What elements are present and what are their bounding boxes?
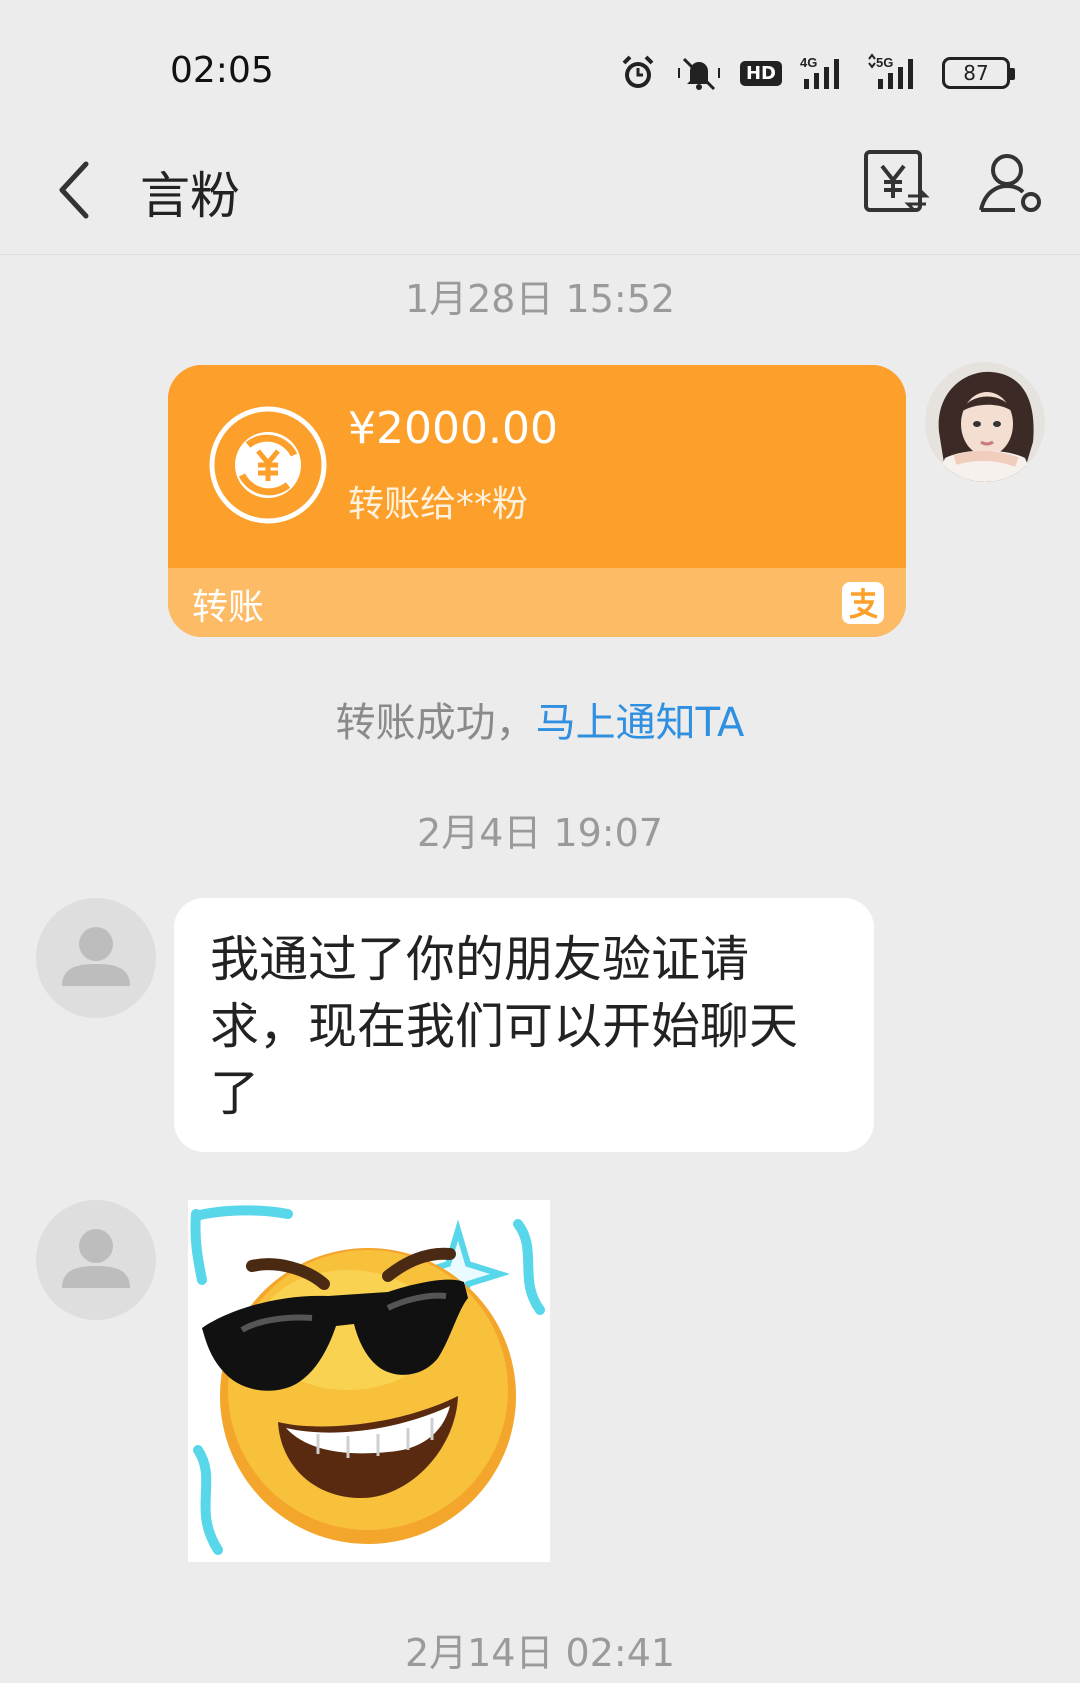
transfer-card[interactable]: ¥2000.00 转账给**粉 转账 xyxy=(168,365,906,637)
chat-header: 言粉 xyxy=(0,130,1080,255)
peer-avatar[interactable] xyxy=(36,1200,156,1320)
hd-icon: HD xyxy=(739,53,782,93)
chat-title: 言粉 xyxy=(140,167,240,225)
signal-5g-icon: 5G xyxy=(866,53,924,93)
default-user-icon xyxy=(62,1229,130,1288)
transfer-amount: ¥2000.00 xyxy=(348,403,558,454)
svg-text:4G: 4G xyxy=(800,55,817,70)
status-bar: 02:05 HD 4G 5G 87 xyxy=(0,0,1080,130)
timestamp: 2月4日 19:07 xyxy=(417,811,663,855)
message-bubble[interactable]: 我通过了你的朋友验证请求，现在我们可以开始聊天了 xyxy=(174,898,874,1152)
profile-button[interactable] xyxy=(975,146,1047,218)
default-user-icon xyxy=(62,927,130,986)
transfer-card-footer: 转账 xyxy=(168,568,906,637)
alarm-icon xyxy=(618,53,658,93)
alipay-icon xyxy=(842,582,884,624)
timestamp: 1月28日 15:52 xyxy=(404,277,676,321)
timestamp: 2月14日 02:41 xyxy=(404,1631,676,1675)
transfer-card-body: ¥2000.00 转账给**粉 xyxy=(168,365,906,568)
transfer-success-text: 转账成功， xyxy=(335,700,536,746)
transfer-yuan-icon xyxy=(209,406,327,524)
transfer-recipient: 转账给**粉 xyxy=(348,484,529,525)
notify-link[interactable]: 马上通知TA xyxy=(536,700,745,746)
chevron-left-icon xyxy=(59,161,89,219)
transfer-notice: 转账成功，马上通知TA xyxy=(0,690,1080,748)
battery-level: 87 xyxy=(963,61,989,85)
svg-text:5G: 5G xyxy=(876,55,893,70)
status-time: 02:05 xyxy=(170,50,274,91)
transfer-label: 转账 xyxy=(192,587,265,628)
sunglasses-emoji-sticker[interactable] xyxy=(188,1200,550,1562)
my-avatar[interactable] xyxy=(925,362,1045,482)
signal-4g-icon: 4G xyxy=(800,53,848,93)
battery-icon: 87 xyxy=(942,53,1015,93)
avatar-photo xyxy=(925,362,1045,482)
status-icons: HD 4G 5G 87 xyxy=(618,50,1015,96)
mute-icon xyxy=(676,53,722,93)
back-button[interactable] xyxy=(44,150,104,230)
transfer-button[interactable] xyxy=(860,146,932,218)
user-settings-icon xyxy=(979,154,1041,212)
yuan-transfer-icon xyxy=(864,150,930,212)
peer-avatar[interactable] xyxy=(36,898,156,1018)
